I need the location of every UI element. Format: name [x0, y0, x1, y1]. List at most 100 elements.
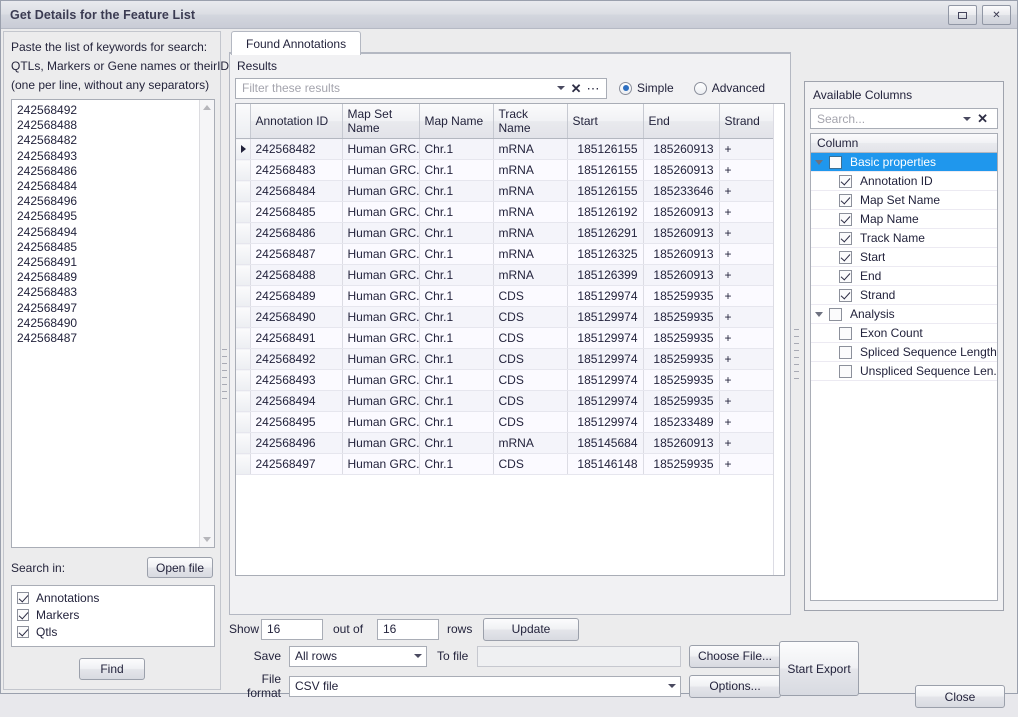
column-item-map-name[interactable]: Map Name: [811, 210, 997, 229]
columns-chevron-down-icon[interactable]: [963, 116, 972, 121]
right-splitter[interactable]: [793, 309, 800, 399]
open-file-button[interactable]: Open file: [147, 557, 213, 578]
radio-simple[interactable]: Simple: [619, 81, 674, 95]
radio-advanced-icon[interactable]: [693, 81, 707, 95]
columns-search-input[interactable]: Search... ✕: [810, 108, 998, 129]
keyword-scrollbar[interactable]: [199, 100, 214, 547]
show-count-input[interactable]: 16: [261, 618, 323, 640]
column-group-analysis[interactable]: Analysis: [811, 305, 997, 324]
column-item-end[interactable]: End: [811, 267, 997, 286]
results-grid[interactable]: Annotation ID Map Set Name Map Name Trac…: [235, 103, 785, 576]
table-row[interactable]: 242568495 Human GRC... Chr.1 CDS 185129974 18…: [236, 411, 784, 433]
columns-clear-icon[interactable]: ✕: [977, 112, 988, 125]
table-row[interactable]: 242568482 Human GRC... Chr.1 mRNA 185126155 1…: [236, 138, 784, 160]
table-row[interactable]: 242568496 Human GRC... Chr.1 mRNA 185145684 1…: [236, 432, 784, 454]
table-row[interactable]: 242568492 Human GRC... Chr.1 CDS 185129974 18…: [236, 348, 784, 370]
column-checkbox-icon[interactable]: [839, 212, 852, 226]
column-checkbox-icon[interactable]: [839, 250, 852, 264]
maximize-button[interactable]: [948, 5, 977, 25]
file-format-select[interactable]: CSV file: [289, 675, 681, 697]
header-end[interactable]: End: [643, 104, 720, 139]
expander-triangle-icon[interactable]: [815, 159, 823, 165]
checkbox-qtls-icon[interactable]: [17, 625, 29, 638]
column-item-start[interactable]: Start: [811, 248, 997, 267]
column-group-basic-properties[interactable]: Basic properties: [811, 153, 997, 172]
checkbox-annotations-label: Annotations: [36, 590, 100, 605]
filter-mode-group: Simple Advanced: [619, 81, 765, 95]
table-row[interactable]: 242568491 Human GRC... Chr.1 CDS 185129974 18…: [236, 327, 784, 349]
table-row[interactable]: 242568489 Human GRC... Chr.1 CDS 185129974 18…: [236, 285, 784, 307]
radio-simple-icon[interactable]: [619, 81, 632, 95]
save-scope-select[interactable]: All rows: [289, 645, 427, 667]
cell-annotation-id: 242568491: [250, 327, 343, 349]
splitter-grip-right[interactable]: [794, 328, 799, 380]
update-button[interactable]: Update: [483, 617, 579, 641]
header-map-set-name[interactable]: Map Set Name: [342, 104, 420, 139]
keyword-textarea[interactable]: 242568492 242568488 242568482 242568493 …: [11, 99, 215, 548]
table-row[interactable]: 242568493 Human GRC... Chr.1 CDS 185129974 18…: [236, 369, 784, 391]
filter-more-icon[interactable]: ⋯: [587, 82, 603, 95]
column-checkbox-icon[interactable]: [839, 345, 852, 359]
group-checkbox-icon[interactable]: [829, 155, 842, 169]
header-track-name[interactable]: Track Name: [493, 104, 568, 139]
group-checkbox-icon[interactable]: [829, 307, 842, 321]
expander-triangle-icon[interactable]: [815, 311, 823, 317]
header-annotation-id[interactable]: Annotation ID: [250, 104, 343, 139]
search-in-label: Search in:: [11, 560, 66, 575]
cell-end: 185259935: [643, 285, 720, 307]
scroll-up-icon[interactable]: [203, 105, 211, 110]
tab-page: Results Filter these results ✕ ⋯ Simple: [229, 53, 791, 615]
cell-end: 185233646: [643, 180, 720, 202]
table-row[interactable]: 242568490 Human GRC... Chr.1 CDS 185129974 18…: [236, 306, 784, 328]
left-splitter[interactable]: [221, 329, 228, 419]
column-checkbox-icon[interactable]: [839, 231, 852, 245]
column-checkbox-icon[interactable]: [839, 193, 852, 207]
close-button[interactable]: ✕: [982, 5, 1011, 25]
checkbox-markers-icon[interactable]: [17, 608, 29, 621]
table-row[interactable]: 242568497 Human GRC... Chr.1 CDS 185146148 18…: [236, 453, 784, 475]
radio-advanced[interactable]: Advanced: [693, 81, 765, 95]
table-row[interactable]: 242568484 Human GRC... Chr.1 mRNA 185126155 1…: [236, 180, 784, 202]
filter-placeholder: Filter these results: [242, 81, 341, 95]
clear-filter-icon[interactable]: ✕: [571, 82, 582, 95]
table-row[interactable]: 242568486 Human GRC... Chr.1 mRNA 185126291 1…: [236, 222, 784, 244]
splitter-grip-left[interactable]: [222, 348, 227, 400]
table-row[interactable]: 242568485 Human GRC... Chr.1 mRNA 185126192 1…: [236, 201, 784, 223]
column-item-label: Spliced Sequence Length: [860, 345, 997, 359]
column-item-strand[interactable]: Strand: [811, 286, 997, 305]
table-row[interactable]: 242568487 Human GRC... Chr.1 mRNA 185126325 1…: [236, 243, 784, 265]
start-export-button[interactable]: Start Export: [779, 641, 859, 696]
total-count-input[interactable]: 16: [377, 618, 439, 640]
columns-tree[interactable]: Column Basic properties Annotation ID Map …: [810, 133, 998, 601]
filter-input[interactable]: Filter these results ✕ ⋯: [235, 77, 607, 99]
table-row[interactable]: 242568494 Human GRC... Chr.1 CDS 185129974 18…: [236, 390, 784, 412]
column-item-spliced-sequence-length[interactable]: Spliced Sequence Length: [811, 343, 997, 362]
group-label: Analysis: [850, 307, 895, 321]
column-item-annotation-id[interactable]: Annotation ID: [811, 172, 997, 191]
tab-found-annotations[interactable]: Found Annotations: [231, 31, 362, 55]
column-item-unspliced-sequence-len[interactable]: Unspliced Sequence Len...: [811, 362, 997, 381]
column-item-exon-count[interactable]: Exon Count: [811, 324, 997, 343]
find-button[interactable]: Find: [79, 658, 145, 680]
column-checkbox-icon[interactable]: [839, 364, 852, 378]
header-map-name[interactable]: Map Name: [419, 104, 494, 139]
options-button[interactable]: Options...: [689, 674, 781, 698]
checkbox-row-qtls[interactable]: Qtls: [17, 623, 214, 640]
table-row[interactable]: 242568488 Human GRC... Chr.1 mRNA 185126399 1…: [236, 264, 784, 286]
chevron-down-icon[interactable]: [556, 86, 565, 90]
checkbox-row-annotations[interactable]: Annotations: [17, 589, 214, 606]
table-row[interactable]: 242568483 Human GRC... Chr.1 mRNA 185126155 1…: [236, 159, 784, 181]
column-item-track-name[interactable]: Track Name: [811, 229, 997, 248]
column-checkbox-icon[interactable]: [839, 326, 852, 340]
checkbox-row-markers[interactable]: Markers: [17, 606, 214, 623]
column-item-map-set-name[interactable]: Map Set Name: [811, 191, 997, 210]
checkbox-annotations-icon[interactable]: [17, 591, 29, 604]
choose-file-button[interactable]: Choose File...: [689, 644, 781, 668]
header-start[interactable]: Start: [567, 104, 644, 139]
column-checkbox-icon[interactable]: [839, 288, 852, 302]
column-checkbox-icon[interactable]: [839, 269, 852, 283]
scroll-down-icon[interactable]: [203, 537, 211, 542]
to-file-input[interactable]: [477, 645, 681, 667]
close-dialog-button[interactable]: Close: [915, 685, 1005, 708]
column-checkbox-icon[interactable]: [839, 174, 852, 188]
